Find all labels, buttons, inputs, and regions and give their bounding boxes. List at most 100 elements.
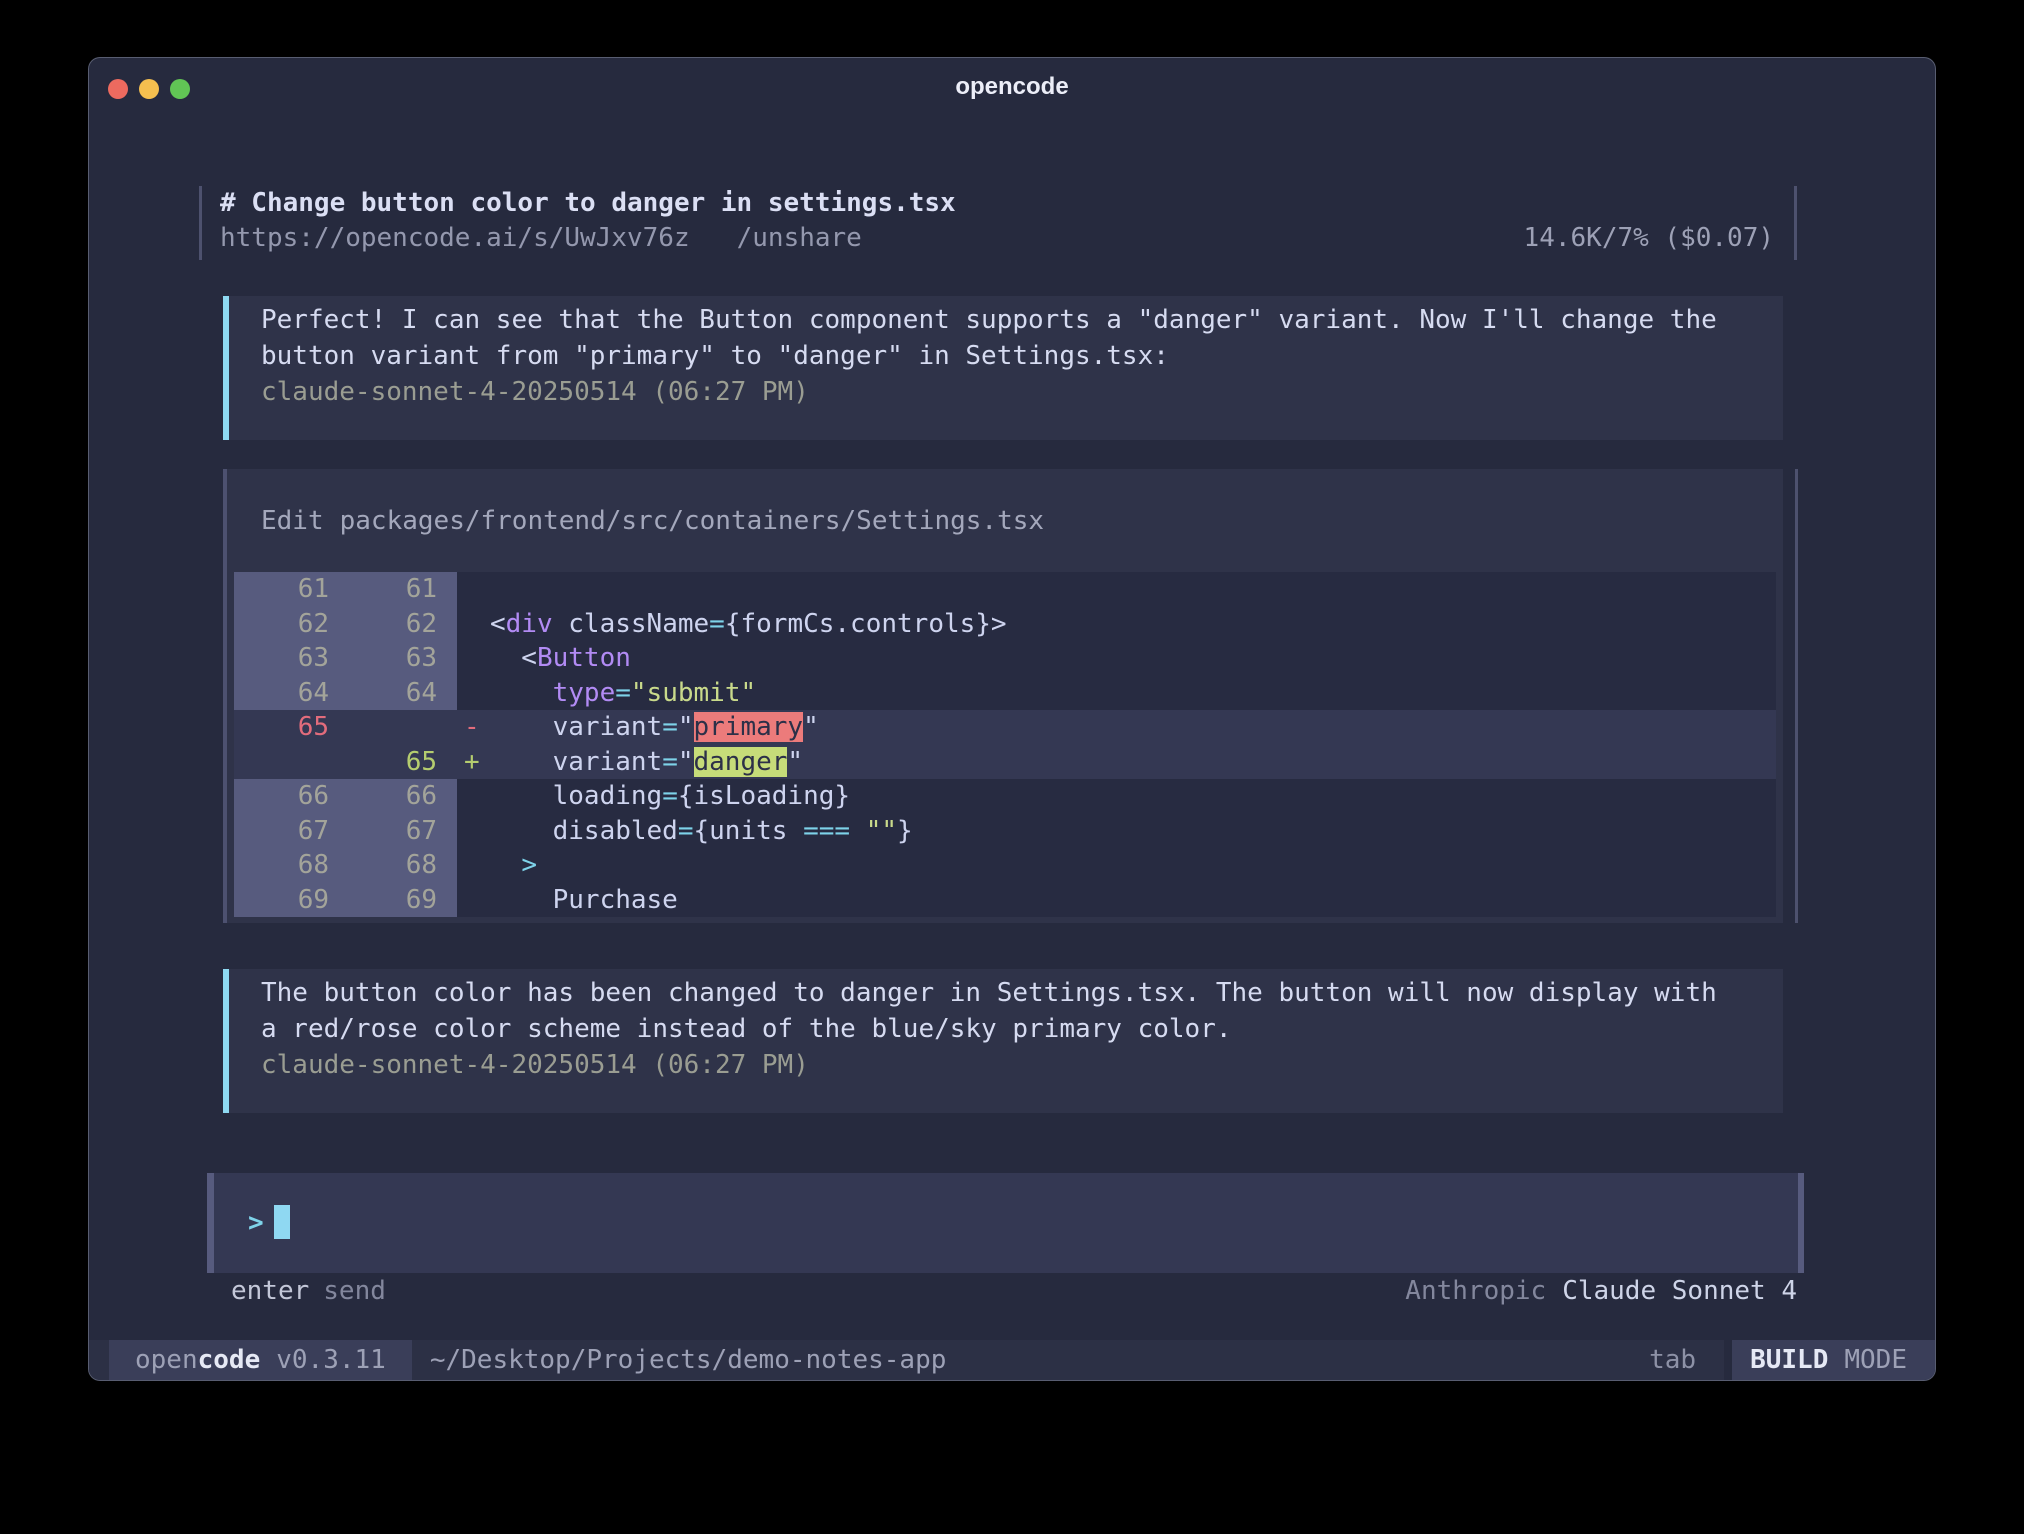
minimize-button[interactable] bbox=[139, 79, 159, 99]
diff-code-segment: === bbox=[803, 816, 850, 846]
diff-sign bbox=[457, 883, 490, 918]
diff-code-segment: variant bbox=[490, 747, 662, 777]
app-version: v0.3.11 bbox=[276, 1345, 386, 1375]
opencode-window: opencode # Change button color to danger… bbox=[88, 57, 1936, 1381]
close-button[interactable] bbox=[108, 79, 128, 99]
prompt-symbol: > bbox=[248, 1208, 264, 1238]
diff-sign: + bbox=[457, 745, 490, 780]
diff-old-lineno bbox=[234, 745, 347, 780]
diff-row: 6464 type="submit" bbox=[234, 676, 1776, 711]
diff-view: 61616262<div className={formCs.controls}… bbox=[234, 572, 1776, 917]
diff-code-segment: = bbox=[662, 781, 678, 811]
hints-row: enter send Anthropic Claude Sonnet 4 bbox=[231, 1273, 1797, 1309]
diff-old-lineno: 69 bbox=[234, 883, 347, 918]
diff-code: variant="primary" bbox=[490, 710, 819, 745]
text-cursor bbox=[274, 1205, 290, 1239]
maximize-button[interactable] bbox=[170, 79, 190, 99]
diff-row: 6666 loading={isLoading} bbox=[234, 779, 1776, 814]
context-usage-stats: 14.6K/7% ($0.07) bbox=[1524, 221, 1774, 256]
mode-primary: BUILD bbox=[1750, 1345, 1828, 1375]
unshare-command[interactable]: /unshare bbox=[737, 223, 862, 253]
diff-code-segment: = bbox=[662, 712, 678, 742]
model-timestamp: claude-sonnet-4-20250514 (06:27 PM) bbox=[261, 1047, 1783, 1083]
app-name-bold: code bbox=[198, 1345, 261, 1375]
edit-tool-header: Edit packages/frontend/src/containers/Set… bbox=[227, 469, 1783, 539]
session-title: # Change button color to danger in setti… bbox=[220, 186, 1774, 221]
diff-code-segment: = bbox=[615, 678, 631, 708]
diff-row: 6262<div className={formCs.controls}> bbox=[234, 607, 1776, 642]
model-indicator: Anthropic Claude Sonnet 4 bbox=[1405, 1273, 1797, 1309]
diff-old-lineno: 63 bbox=[234, 641, 347, 676]
diff-old-lineno: 68 bbox=[234, 848, 347, 883]
diff-code-segment: loading bbox=[490, 781, 662, 811]
diff-sign bbox=[457, 607, 490, 642]
diff-code: variant="danger" bbox=[490, 745, 803, 780]
tab-key-hint: tab bbox=[1649, 1340, 1696, 1380]
diff-sign bbox=[457, 676, 490, 711]
diff-code: <div className={formCs.controls}> bbox=[490, 607, 1007, 642]
diff-old-lineno: 66 bbox=[234, 779, 347, 814]
share-url-link[interactable]: https://opencode.ai/s/UwJxv76z bbox=[220, 223, 690, 253]
edit-card-right-rule bbox=[1795, 469, 1798, 923]
diff-code: Purchase bbox=[490, 883, 678, 918]
model-provider: Anthropic bbox=[1405, 1276, 1546, 1306]
diff-code-segment: Purchase bbox=[490, 885, 678, 915]
enter-key-hint: enter bbox=[231, 1276, 309, 1306]
diff-new-lineno: 69 bbox=[347, 883, 457, 918]
send-action-hint: send bbox=[323, 1276, 386, 1306]
diff-row: 65+ variant="danger" bbox=[234, 745, 1776, 780]
diff-code-segment: {isLoading} bbox=[678, 781, 850, 811]
edit-file-path: packages/frontend/src/containers/Setting… bbox=[340, 506, 1044, 536]
diff-sign bbox=[457, 641, 490, 676]
diff-row: 6969 Purchase bbox=[234, 883, 1776, 918]
diff-row: 6161 bbox=[234, 572, 1776, 607]
diff-new-lineno: 68 bbox=[347, 848, 457, 883]
diff-code: loading={isLoading} bbox=[490, 779, 850, 814]
diff-code: type="submit" bbox=[490, 676, 756, 711]
message-line: The button color has been changed to dan… bbox=[261, 975, 1783, 1011]
diff-old-lineno: 65 bbox=[234, 710, 347, 745]
model-timestamp: claude-sonnet-4-20250514 (06:27 PM) bbox=[261, 374, 1783, 410]
diff-sign: - bbox=[457, 710, 490, 745]
diff-new-lineno: 67 bbox=[347, 814, 457, 849]
send-hint: enter send bbox=[231, 1273, 386, 1309]
mode-toggle[interactable]: BUILD MODE bbox=[1724, 1340, 1935, 1380]
diff-code-segment: "" bbox=[866, 816, 897, 846]
mode-secondary: MODE bbox=[1844, 1345, 1907, 1375]
titlebar[interactable]: opencode bbox=[89, 58, 1935, 116]
diff-code-segment: > bbox=[521, 850, 537, 880]
diff-code-segment: = bbox=[662, 747, 678, 777]
traffic-lights bbox=[108, 79, 190, 99]
edit-action-label: Edit bbox=[261, 506, 324, 536]
diff-code-segment: div bbox=[506, 609, 553, 639]
session-header: # Change button color to danger in setti… bbox=[199, 186, 1797, 260]
assistant-message: Perfect! I can see that the Button compo… bbox=[223, 296, 1783, 440]
diff-sign bbox=[457, 572, 490, 607]
diff-code-segment: "submit" bbox=[631, 678, 756, 708]
diff-row: 6767 disabled={units === ""} bbox=[234, 814, 1776, 849]
diff-code-segment: = bbox=[678, 816, 694, 846]
app-name-normal: open bbox=[135, 1345, 198, 1375]
diff-old-lineno: 67 bbox=[234, 814, 347, 849]
diff-code: <Button bbox=[490, 641, 631, 676]
diff-code-segment: variant bbox=[490, 712, 662, 742]
diff-code-segment bbox=[490, 850, 521, 880]
diff-code-segment: " bbox=[678, 747, 694, 777]
diff-code-segment bbox=[850, 816, 866, 846]
diff-row: 6868 > bbox=[234, 848, 1776, 883]
diff-sign bbox=[457, 779, 490, 814]
diff-code-segment: danger bbox=[694, 747, 788, 777]
diff-row: 6363 <Button bbox=[234, 641, 1776, 676]
prompt-input[interactable]: > bbox=[207, 1173, 1804, 1273]
model-name: Claude Sonnet 4 bbox=[1562, 1276, 1797, 1306]
diff-code-segment: " bbox=[787, 747, 803, 777]
diff-code-segment: } bbox=[897, 816, 913, 846]
diff-new-lineno bbox=[347, 710, 457, 745]
diff-old-lineno: 62 bbox=[234, 607, 347, 642]
diff-code-segment: primary bbox=[694, 712, 804, 742]
diff-code-segment: Button bbox=[537, 643, 631, 673]
window-title: opencode bbox=[89, 58, 1935, 116]
diff-old-lineno: 61 bbox=[234, 572, 347, 607]
app-version-segment: opencode v0.3.11 bbox=[109, 1340, 412, 1380]
diff-new-lineno: 64 bbox=[347, 676, 457, 711]
